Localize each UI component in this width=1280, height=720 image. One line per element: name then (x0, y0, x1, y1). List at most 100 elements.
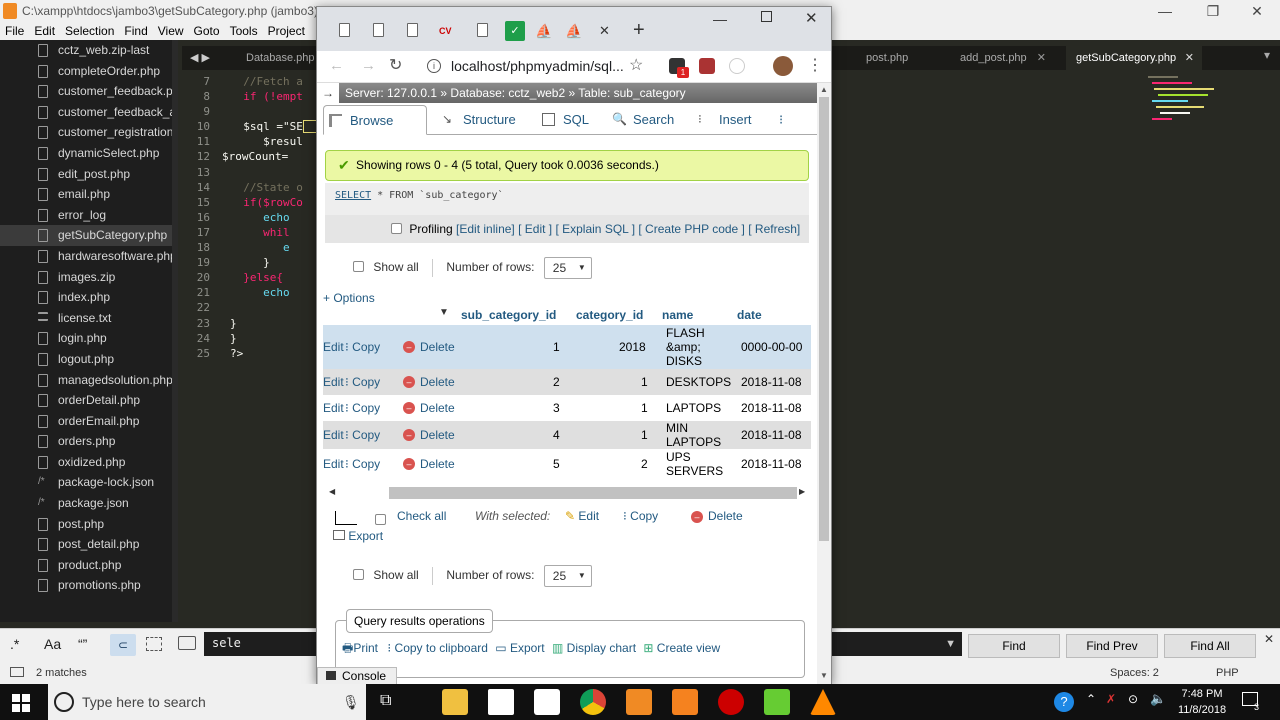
page-vertical-scrollbar[interactable]: ▲ ▼ (817, 83, 831, 685)
microphone-icon[interactable]: 🎙 (342, 684, 360, 720)
tab-close-icon[interactable]: ✕ (1037, 46, 1046, 70)
volume-icon[interactable]: 🔈 (1150, 691, 1166, 707)
row-edit-link[interactable]: Edit (323, 395, 344, 421)
menu-view[interactable]: View (153, 22, 189, 40)
console-toggle[interactable]: Console (317, 667, 397, 685)
file-item[interactable]: post_detail.php (0, 534, 178, 555)
profile-avatar[interactable] (773, 56, 793, 76)
browser-tab-page-icon[interactable] (335, 21, 355, 41)
show-all-checkbox-bottom[interactable] (353, 569, 364, 580)
network-icon[interactable]: ⊙ (1128, 692, 1138, 706)
taskbar-search-box[interactable]: Type here to search 🎙 (48, 684, 366, 720)
rows-per-page-select-bottom[interactable]: 25 (543, 564, 592, 587)
file-item[interactable]: images.zip (0, 267, 178, 288)
edit-link[interactable]: [ Edit ] (518, 222, 552, 236)
bookmark-star-icon[interactable]: ☆ (629, 55, 643, 75)
active-tab-close-icon[interactable]: ✕ (599, 21, 619, 41)
site-info-icon[interactable]: i (427, 59, 441, 73)
table-row[interactable]: Edit ⁝ Copy – Delete 1 2018 FLASH &amp; D… (323, 325, 811, 369)
shield-extension-icon[interactable] (699, 58, 715, 74)
tab-sql[interactable]: SQL (537, 105, 601, 135)
tab-getsubcategory[interactable]: getSubCategory.php ✕ (1066, 46, 1202, 70)
scroll-thumb[interactable] (389, 487, 797, 499)
tab-overflow-icon[interactable]: ▾ (1264, 48, 1270, 62)
display-chart-link[interactable]: ▥ Display chart (552, 641, 636, 655)
browser-tab-page-icon[interactable] (369, 21, 389, 41)
col-name[interactable]: name (662, 305, 693, 325)
file-explorer-icon[interactable] (442, 689, 468, 715)
check-all-label[interactable]: Check all (397, 509, 446, 523)
file-item[interactable]: orderEmail.php (0, 411, 178, 432)
col-category-id[interactable]: category_id (576, 305, 643, 325)
row-copy-link[interactable]: ⁝ Copy (345, 449, 380, 479)
col-sub-category-id[interactable]: sub_category_id (461, 305, 556, 325)
file-item[interactable]: email.php (0, 184, 178, 205)
col-date[interactable]: date (737, 305, 762, 325)
app-taskbar-icon[interactable] (718, 689, 744, 715)
browser-tab-page-icon[interactable] (473, 21, 493, 41)
menu-kebab-icon[interactable]: ⋮ (807, 55, 823, 75)
menu-goto[interactable]: Goto (189, 22, 225, 40)
bulk-edit-button[interactable]: ✎ Edit (565, 509, 599, 523)
minimap[interactable] (1148, 74, 1238, 134)
row-copy-link[interactable]: ⁝ Copy (345, 421, 380, 449)
file-item[interactable]: /* package-lock.json (0, 472, 178, 493)
row-copy-link[interactable]: ⁝ Copy (345, 325, 380, 369)
create-php-code-link[interactable]: [ Create PHP code ] (638, 222, 745, 236)
sidebar-scrollbar[interactable] (172, 40, 178, 622)
options-link[interactable]: + Options (323, 291, 375, 305)
browser-tab-cv-icon[interactable]: CV (439, 21, 459, 41)
row-edit-link[interactable]: Edit (323, 369, 344, 395)
xampp-taskbar-icon[interactable] (672, 689, 698, 715)
scroll-up-icon[interactable]: ▲ (820, 85, 828, 94)
highlight-toggle-icon[interactable] (178, 636, 196, 650)
browser-tab-page-icon[interactable] (403, 21, 423, 41)
menu-project[interactable]: Project (263, 22, 310, 40)
row-edit-link[interactable]: Edit (323, 421, 344, 449)
menu-selection[interactable]: Selection (60, 22, 119, 40)
window-maximize-icon[interactable] (761, 11, 772, 22)
window-close-icon[interactable]: ✕ (805, 9, 818, 27)
find-input[interactable]: sele (204, 632, 316, 656)
chrome-taskbar-icon[interactable] (580, 689, 606, 715)
row-copy-link[interactable]: ⁝ Copy (345, 395, 380, 421)
scroll-thumb[interactable] (819, 97, 829, 541)
row-delete-link[interactable]: – Delete (403, 395, 455, 421)
tab-structure[interactable]: ↘ Structure (437, 105, 531, 135)
menu-find[interactable]: Find (119, 22, 152, 40)
back-icon[interactable]: ← (329, 57, 344, 74)
file-item[interactable]: oxidized.php (0, 452, 178, 473)
taskbar-clock[interactable]: 7:48 PM 11/8/2018 (1172, 686, 1232, 718)
tab-search[interactable]: 🔍 Search (607, 105, 691, 135)
bulk-copy-button[interactable]: ⁝ Copy (623, 509, 658, 523)
file-item[interactable]: dynamicSelect.php (0, 143, 178, 164)
pma-breadcrumb[interactable]: Server: 127.0.0.1 » Database: cctz_web2 … (345, 86, 686, 100)
whole-word-toggle[interactable]: “” (78, 636, 87, 652)
table-row[interactable]: Edit ⁝ Copy – Delete 3 1 LAPTOPS 2018-11-… (323, 395, 811, 421)
menu-tools[interactable]: Tools (225, 22, 263, 40)
vlc-taskbar-icon[interactable] (810, 689, 836, 715)
tray-app-icon[interactable]: ✗ (1106, 692, 1116, 706)
file-item[interactable]: /* package.json (0, 493, 178, 514)
table-horizontal-scrollbar[interactable]: ◀ ▶ (317, 485, 811, 501)
indentation-status[interactable]: Spaces: 2 (1110, 662, 1159, 684)
find-prev-button[interactable]: Find Prev (1066, 634, 1158, 658)
syntax-status[interactable]: PHP (1216, 662, 1239, 684)
file-item[interactable]: orders.php (0, 431, 178, 452)
menu-file[interactable]: File (0, 22, 29, 40)
sql-keyword[interactable]: SELECT (335, 190, 371, 201)
browser-tab-green-icon[interactable]: ✓ (505, 21, 525, 41)
windows-start-icon[interactable] (12, 694, 30, 712)
show-all-checkbox[interactable] (353, 261, 364, 272)
row-copy-link[interactable]: ⁝ Copy (345, 369, 380, 395)
file-item-selected[interactable]: getSubCategory.php (0, 225, 178, 246)
task-view-icon[interactable]: ⧉ (380, 692, 391, 710)
copy-to-clipboard-link[interactable]: ⁝ Copy to clipboard (387, 641, 488, 655)
window-minimize-icon[interactable]: — (713, 11, 727, 27)
code-editor[interactable]: 7 //Fetch a 8 if (!empt 9 10 $sql ="SE 1… (182, 74, 319, 361)
circle-extension-icon[interactable] (729, 58, 745, 74)
file-item[interactable]: customer_registration. (0, 122, 178, 143)
bulk-delete-button[interactable]: – Delete (691, 509, 743, 523)
menu-edit[interactable]: Edit (29, 22, 60, 40)
minimize-icon[interactable]: — (1142, 0, 1188, 22)
